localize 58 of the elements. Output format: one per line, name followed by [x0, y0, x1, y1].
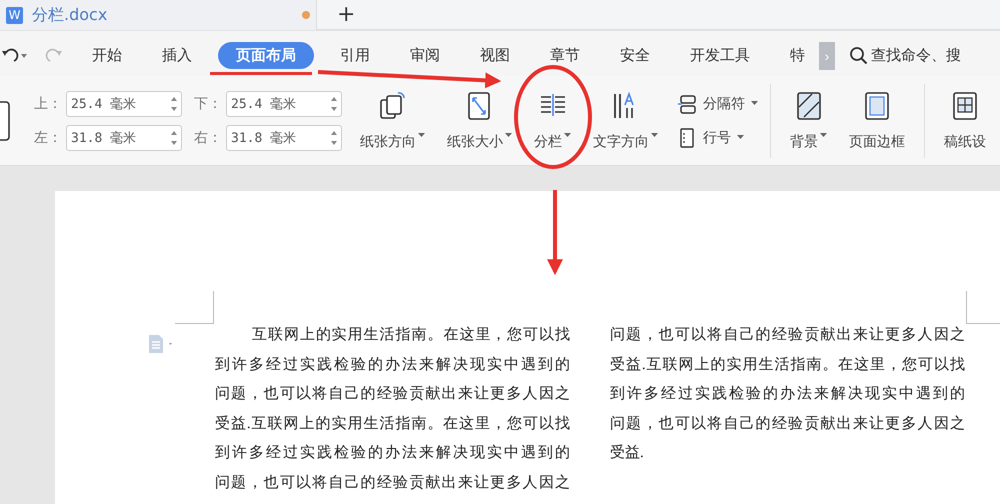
- redo-icon[interactable]: [44, 48, 64, 64]
- spinner-icon: [170, 94, 178, 112]
- menu-tab[interactable]: 章节: [536, 43, 594, 68]
- margin-corner-mark: [175, 291, 214, 324]
- menu-tab[interactable]: 安全: [606, 43, 664, 68]
- margin-corner-mark: [966, 291, 1000, 324]
- margin-label: 下：: [194, 94, 223, 112]
- button-label: 页面边框: [849, 132, 905, 150]
- spinner-icon: [170, 128, 178, 146]
- button-label: 纸张大小: [447, 132, 503, 150]
- breaks-icon: [677, 94, 697, 114]
- ribbon-button[interactable]: 分隔符: [673, 92, 762, 116]
- paragraph: 问题，也可以将自己的经验贡献出来让更多人因之 受益.互联网上的实用生活指南。在这里，您可以找 到许多经过实践检验的办法来解决现实中遇到的 问题，也可以将自己的经验贡献出来让更多人因之 受益.: [610, 325, 965, 463]
- button-label: 文字方向: [593, 132, 649, 150]
- new-tab-button[interactable]: +: [333, 2, 360, 27]
- document-tab[interactable]: W 分栏.docx: [0, 0, 316, 30]
- button-label: 背景: [790, 132, 818, 150]
- document-title: 分栏.docx: [32, 4, 108, 26]
- menu-tab[interactable]: 引用: [326, 43, 384, 68]
- button-label: 纸张方向: [360, 132, 416, 150]
- grid-paper-icon: [950, 90, 980, 120]
- menu-tab[interactable]: 特: [776, 43, 819, 68]
- button-label: 分隔符: [703, 94, 745, 112]
- button-label: 分栏: [534, 132, 562, 150]
- ribbon-button[interactable]: 纸张大小: [443, 86, 516, 154]
- ribbon-button[interactable]: 稿纸设: [940, 86, 990, 154]
- margin-label: 上：: [34, 94, 63, 112]
- paragraph: 互联网上的实用生活指南。在这里，您可以找 到许多经过实践检验的办法来解决现实中遇到的 问题，也可以将自己的经验贡献出来让更多人因之 受益.互联网上的实用生活指南。在这里，您可以找 到许多经过实践检验的办法来解决现实中遇到的 问题，也可以将自己的经验贡献出来让更多人因之: [215, 326, 570, 492]
- search-icon: [849, 46, 869, 66]
- caret-icon: [20, 52, 28, 58]
- margin-field[interactable]: 25.4 毫米: [66, 90, 182, 116]
- spinner-icon: [330, 128, 338, 146]
- page-border-icon: [862, 90, 892, 120]
- button-label: 行号: [703, 128, 731, 146]
- menu-tab[interactable]: 插入: [148, 43, 206, 68]
- ribbon-button[interactable]: 分栏: [530, 86, 575, 154]
- menu-tab[interactable]: 开发工具: [676, 43, 764, 68]
- undo-icon[interactable]: [0, 48, 20, 64]
- page-orientation-icon: [378, 90, 408, 120]
- margin-field[interactable]: 25.4 毫米: [226, 90, 342, 116]
- button-label: 稿纸设: [944, 132, 986, 150]
- margin-field[interactable]: 31.8 毫米: [226, 124, 342, 150]
- ribbon-button[interactable]: 文字方向: [589, 86, 662, 154]
- margin-label: 左：: [34, 128, 63, 146]
- menu-tab[interactable]: 开始: [78, 43, 136, 68]
- search-field[interactable]: 查找命令、搜: [869, 47, 981, 64]
- spinner-icon: [330, 94, 338, 112]
- margin-label: 右：: [194, 128, 223, 146]
- ribbon-button[interactable]: 页面边框: [845, 86, 909, 154]
- menu-tab[interactable]: 视图: [466, 43, 524, 68]
- menu-tab[interactable]: 页面布局: [218, 42, 314, 69]
- menu-tab[interactable]: 审阅: [396, 43, 454, 68]
- margin-field[interactable]: 31.8 毫米: [66, 124, 182, 150]
- ribbon-button[interactable]: 行号: [673, 126, 762, 150]
- ribbon-button[interactable]: 背景: [786, 86, 831, 154]
- document-icon[interactable]: [147, 333, 175, 355]
- app-logo-icon: W: [6, 6, 23, 24]
- ribbon-button[interactable]: 纸张方向: [356, 86, 429, 154]
